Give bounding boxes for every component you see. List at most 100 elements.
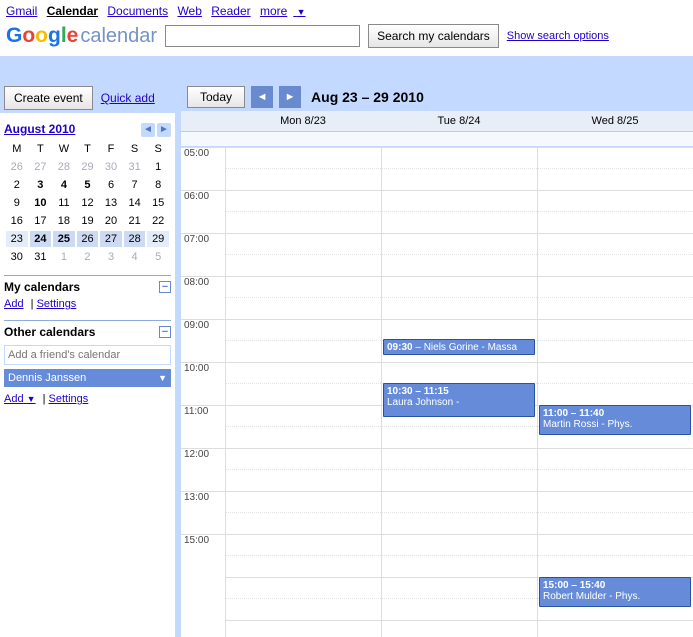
mini-day[interactable]: 10 <box>30 195 52 211</box>
other-calendars-settings[interactable]: Settings <box>49 393 89 405</box>
mini-day[interactable]: 14 <box>124 195 146 211</box>
calendar-event[interactable]: 09:30 – Niels Gorine - Massa <box>383 339 535 355</box>
mini-dow: W <box>53 141 75 157</box>
nav-documents[interactable]: Documents <box>107 4 168 18</box>
nav-web[interactable]: Web <box>177 4 201 18</box>
mini-day[interactable]: 26 <box>6 159 28 175</box>
time-label: 09:00 <box>181 319 225 362</box>
mini-day[interactable]: 17 <box>30 213 52 229</box>
calendar-entry-label: Dennis Janssen <box>8 372 86 384</box>
mini-day[interactable]: 5 <box>77 177 99 193</box>
search-input[interactable] <box>165 25 360 47</box>
mini-day[interactable]: 1 <box>147 159 169 175</box>
mini-day[interactable]: 4 <box>124 249 146 265</box>
mini-day[interactable]: 11 <box>53 195 75 211</box>
time-label: 12:00 <box>181 448 225 491</box>
day-column[interactable]: 11:00 – 11:40Martin Rossi - Phys. 15:00 –… <box>537 147 693 637</box>
nav-gmail[interactable]: Gmail <box>6 4 37 18</box>
quick-add-link[interactable]: Quick add <box>101 91 155 105</box>
day-column[interactable]: 09:30 – Niels Gorine - Massa 10:30 – 11:1… <box>381 147 537 637</box>
my-calendars-title: My calendars <box>4 280 80 294</box>
mini-calendar[interactable]: MTWTFSS 26272829303112345678910111213141… <box>4 139 171 267</box>
mini-day[interactable]: 25 <box>53 231 75 247</box>
mini-day[interactable]: 28 <box>124 231 146 247</box>
allday-row[interactable] <box>181 132 693 147</box>
mini-day[interactable]: 30 <box>100 159 122 175</box>
mini-day[interactable]: 2 <box>6 177 28 193</box>
today-button[interactable]: Today <box>187 86 245 108</box>
mini-dow: T <box>30 141 52 157</box>
mini-day[interactable]: 27 <box>30 159 52 175</box>
chevron-down-icon: ▼ <box>297 7 306 17</box>
time-label: 07:00 <box>181 233 225 276</box>
mini-next-icon[interactable]: ► <box>157 123 171 137</box>
mini-day[interactable]: 24 <box>30 231 52 247</box>
mini-day[interactable]: 8 <box>147 177 169 193</box>
mini-day[interactable]: 29 <box>147 231 169 247</box>
day-header[interactable]: Mon 8/23 <box>225 111 381 131</box>
mini-dow: M <box>6 141 28 157</box>
collapse-icon[interactable]: − <box>159 281 171 293</box>
day-column[interactable] <box>225 147 381 637</box>
mini-dow: S <box>147 141 169 157</box>
show-search-options[interactable]: Show search options <box>507 30 609 42</box>
mini-day[interactable]: 31 <box>30 249 52 265</box>
mini-day[interactable]: 21 <box>124 213 146 229</box>
mini-day[interactable]: 3 <box>100 249 122 265</box>
mini-day[interactable]: 9 <box>6 195 28 211</box>
mini-day[interactable]: 13 <box>100 195 122 211</box>
mini-day[interactable]: 28 <box>53 159 75 175</box>
search-button[interactable]: Search my calendars <box>368 24 499 48</box>
mini-day[interactable]: 26 <box>77 231 99 247</box>
calendar-event[interactable]: 10:30 – 11:15Laura Johnson - <box>383 383 535 417</box>
time-label: 08:00 <box>181 276 225 319</box>
day-header[interactable]: Wed 8/25 <box>537 111 693 131</box>
time-gutter-head <box>181 111 225 131</box>
mini-calendar-month[interactable]: August 2010 <box>4 122 75 136</box>
mini-day[interactable]: 27 <box>100 231 122 247</box>
mini-day[interactable]: 4 <box>53 177 75 193</box>
chevron-down-icon[interactable]: ▼ <box>158 373 167 383</box>
mini-day[interactable]: 19 <box>77 213 99 229</box>
nav-reader[interactable]: Reader <box>211 4 250 18</box>
other-calendars-add[interactable]: Add ▼ <box>4 393 36 405</box>
mini-day[interactable]: 15 <box>147 195 169 211</box>
create-event-button[interactable]: Create event <box>4 86 93 110</box>
my-calendars-add[interactable]: Add <box>4 298 24 310</box>
collapse-icon[interactable]: − <box>159 326 171 338</box>
time-label: 06:00 <box>181 190 225 233</box>
mini-day[interactable]: 5 <box>147 249 169 265</box>
mini-day[interactable]: 16 <box>6 213 28 229</box>
next-week-button[interactable]: ► <box>279 86 301 108</box>
calendar-entry[interactable]: Dennis Janssen ▼ <box>4 369 171 387</box>
mini-day[interactable]: 12 <box>77 195 99 211</box>
prev-week-button[interactable]: ◄ <box>251 86 273 108</box>
mini-day[interactable]: 20 <box>100 213 122 229</box>
calendar-event[interactable]: 15:00 – 15:40Robert Mulder - Phys. <box>539 577 691 607</box>
calendar-event[interactable]: 11:00 – 11:40Martin Rossi - Phys. <box>539 405 691 435</box>
mini-day[interactable]: 7 <box>124 177 146 193</box>
time-label: 15:00 <box>181 534 225 577</box>
chevron-down-icon: ▼ <box>27 394 36 404</box>
google-calendar-logo: Googlecalendar <box>6 24 157 48</box>
nav-more[interactable]: more ▼ <box>260 4 312 18</box>
mini-day[interactable]: 6 <box>100 177 122 193</box>
calendar-grid[interactable]: 05:0006:0007:0008:0009:0010:0011:0012:00… <box>181 147 693 637</box>
mini-day[interactable]: 1 <box>53 249 75 265</box>
day-header[interactable]: Tue 8/24 <box>381 111 537 131</box>
time-label: 10:00 <box>181 362 225 405</box>
time-label: 13:00 <box>181 491 225 534</box>
mini-day[interactable]: 3 <box>30 177 52 193</box>
mini-day[interactable]: 30 <box>6 249 28 265</box>
separator-bar <box>0 56 693 83</box>
mini-dow: T <box>77 141 99 157</box>
mini-day[interactable]: 29 <box>77 159 99 175</box>
mini-prev-icon[interactable]: ◄ <box>141 123 155 137</box>
mini-day[interactable]: 2 <box>77 249 99 265</box>
mini-day[interactable]: 31 <box>124 159 146 175</box>
add-friend-calendar-input[interactable] <box>4 345 171 365</box>
mini-day[interactable]: 23 <box>6 231 28 247</box>
mini-day[interactable]: 18 <box>53 213 75 229</box>
my-calendars-settings[interactable]: Settings <box>37 298 77 310</box>
mini-day[interactable]: 22 <box>147 213 169 229</box>
